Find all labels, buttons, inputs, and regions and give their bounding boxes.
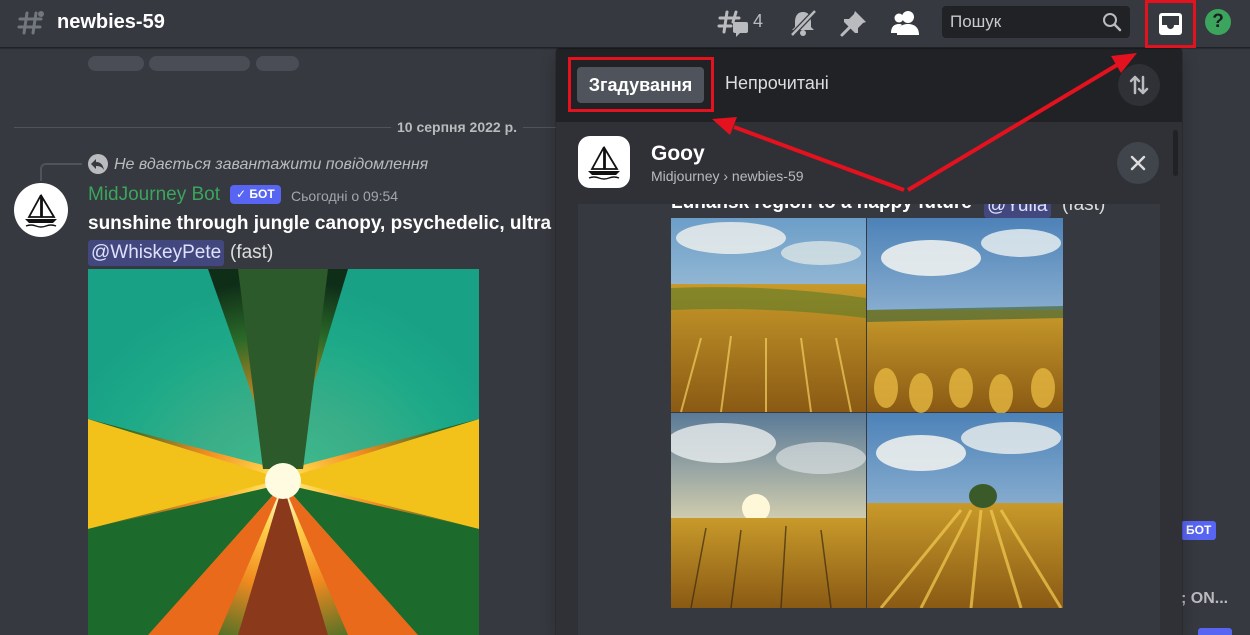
truncated-text: ; ON... [1181, 590, 1229, 607]
sailboat-logo [25, 193, 57, 228]
mention-channel-header[interactable]: Gooy Midjourney › newbies-59 [578, 136, 1108, 204]
inbox-header: Згадування Непрочитані [556, 48, 1182, 122]
close-icon [1130, 155, 1146, 171]
mode-label: (fast) [230, 242, 274, 263]
mention-message[interactable]: Luhansk region to a happy future @Yulia … [578, 204, 1160, 635]
search-input[interactable] [942, 6, 1092, 38]
threads-icon[interactable] [717, 8, 751, 38]
close-button[interactable] [1117, 142, 1159, 184]
channel-path[interactable]: Midjourney › newbies-59 [651, 168, 804, 184]
bell-slash-icon[interactable] [788, 8, 818, 38]
search-bar[interactable] [942, 6, 1130, 38]
scrollbar[interactable] [1173, 130, 1178, 176]
hash-icon [17, 11, 44, 35]
sort-button[interactable] [1118, 64, 1160, 106]
message-text: sunshine through jungle canopy, psychede… [88, 213, 575, 234]
placeholder-pill [149, 56, 250, 71]
bot-badge: ✓ БОТ [230, 185, 281, 204]
tab-unread[interactable]: Непрочитані [725, 73, 829, 94]
wheat-field-artwork [666, 218, 1063, 609]
sailboat-logo [588, 145, 620, 180]
bot-badge: БОТ [1181, 521, 1217, 540]
help-icon[interactable]: ? [1205, 9, 1231, 35]
members-icon[interactable] [890, 8, 920, 38]
inbox-icon [1159, 13, 1182, 35]
date-divider: 10 серпня 2022 р. [391, 119, 524, 135]
user-mention[interactable]: @Yulia [984, 204, 1051, 218]
message-text: Luhansk region to a happy future [671, 204, 972, 214]
reply-connector [40, 163, 82, 181]
thread-count: 4 [753, 11, 764, 31]
reply-icon [88, 154, 108, 174]
mode-label: (fast) [1062, 204, 1106, 215]
channel-header: newbies-59 4 ? [0, 0, 1250, 48]
generated-image-jungle[interactable] [88, 269, 479, 635]
inbox-popout: Згадування Непрочитані Gooy Midjourney ›… [556, 48, 1182, 635]
placeholder-pill [256, 56, 299, 71]
message-timestamp: Сьогодні о 09:54 [291, 188, 399, 204]
user-mention[interactable]: @WhiskeyPete [88, 240, 225, 266]
placeholder-pill [88, 56, 144, 71]
jungle-artwork [88, 269, 479, 635]
server-icon[interactable] [578, 136, 630, 188]
sort-icon [1129, 75, 1149, 95]
pin-icon[interactable] [839, 8, 869, 38]
message-author[interactable]: MidJourney Bot [88, 184, 220, 206]
search-icon [1103, 13, 1122, 32]
avatar[interactable] [14, 183, 68, 237]
server-name: Gooy [651, 142, 705, 165]
tab-mentions-highlight: Згадування [568, 57, 714, 112]
accent-chip [1198, 628, 1232, 635]
generated-image-wheat-grid[interactable] [666, 218, 1063, 609]
tab-mentions[interactable]: Згадування [577, 67, 704, 103]
channel-title: newbies-59 [57, 11, 165, 33]
inbox-button[interactable] [1145, 0, 1196, 48]
reply-preview[interactable]: Не вдається завантажити повідомлення [114, 156, 428, 174]
